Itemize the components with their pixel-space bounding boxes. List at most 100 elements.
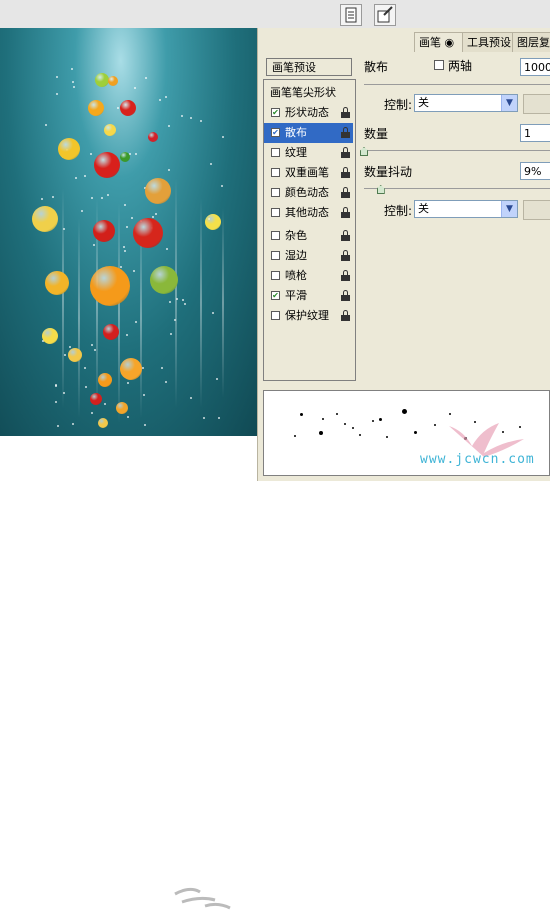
stray-marks	[174, 887, 231, 910]
control1-label: 控制:	[384, 98, 413, 112]
brush-option-item[interactable]: 画笔笔尖形状	[264, 83, 353, 103]
brush-dot	[434, 424, 436, 426]
lock-icon[interactable]	[341, 187, 350, 198]
fruit-shape	[32, 206, 58, 232]
brush-option-item[interactable]: ✔ 平滑	[264, 286, 353, 306]
scatter-slider-track[interactable]	[364, 84, 550, 85]
bubble	[52, 196, 55, 199]
count-jitter-value-field[interactable]: 9%	[520, 162, 550, 180]
document-icon[interactable]	[340, 4, 362, 26]
brush-palette-icon[interactable]	[374, 4, 396, 26]
lock-icon[interactable]	[341, 207, 350, 218]
option-checkbox[interactable]	[271, 271, 280, 280]
option-checkbox[interactable]	[271, 208, 280, 217]
option-label: 其他动态	[285, 206, 329, 219]
control2-value: 关	[418, 202, 429, 215]
brush-option-item[interactable]: 颜色动态	[264, 183, 353, 203]
lock-icon[interactable]	[341, 127, 350, 138]
bubble	[55, 92, 58, 95]
brush-option-item[interactable]: ✔ 散布	[264, 123, 353, 143]
brush-option-item[interactable]: 保护纹理	[264, 306, 353, 326]
control2-select[interactable]: 关 ▼	[414, 200, 518, 218]
brush-option-item[interactable]: ✔ 形状动态	[264, 103, 353, 123]
option-checkbox[interactable]: ✔	[271, 291, 280, 300]
option-label: 颜色动态	[285, 186, 329, 199]
bubble	[165, 381, 168, 384]
light-ray	[175, 178, 177, 408]
bubble	[151, 215, 154, 218]
bubble	[221, 184, 224, 187]
brush-option-item[interactable]: 双重画笔	[264, 163, 353, 183]
option-checkbox[interactable]	[271, 311, 280, 320]
bubble	[123, 203, 126, 206]
fruit-shape	[205, 214, 221, 230]
option-checkbox[interactable]	[271, 231, 280, 240]
bubble	[164, 95, 167, 98]
brush-dot	[449, 413, 451, 415]
tab-menu-icon[interactable]: ◉	[445, 36, 455, 49]
bubble	[189, 397, 192, 400]
brush-option-item[interactable]: 杂色	[264, 226, 353, 246]
scatter-value-field[interactable]: 1000%	[520, 58, 550, 76]
lock-icon[interactable]	[341, 250, 350, 261]
bubble	[63, 353, 66, 356]
bubble	[41, 197, 44, 200]
lock-icon[interactable]	[341, 167, 350, 178]
bubble	[134, 152, 137, 155]
bubble	[91, 343, 94, 346]
bubble	[71, 68, 74, 71]
option-label: 保护纹理	[285, 309, 329, 322]
option-checkbox[interactable]	[271, 251, 280, 260]
tab-layer-comps[interactable]: 图层复	[512, 32, 550, 52]
document-canvas[interactable]	[0, 28, 268, 436]
fruit-shape	[145, 178, 171, 204]
both-axes-checkbox[interactable]	[434, 60, 444, 70]
count-value: 1	[524, 127, 531, 140]
count-label: 数量	[364, 127, 389, 141]
bubble	[124, 250, 127, 253]
panel-tabs: 画笔 ◉ 工具预设 图层复	[410, 32, 550, 52]
lock-icon[interactable]	[341, 107, 350, 118]
fruit-shape	[94, 152, 120, 178]
tab-brush-label: 画笔	[419, 36, 441, 49]
option-checkbox[interactable]: ✔	[271, 108, 280, 117]
option-checkbox[interactable]	[271, 168, 280, 177]
control1-select[interactable]: 关 ▼	[414, 94, 518, 112]
brush-option-item[interactable]: 湿边	[264, 246, 353, 266]
bubble	[143, 424, 146, 427]
lock-icon[interactable]	[341, 147, 350, 158]
count-jitter-slider-track[interactable]	[364, 188, 550, 189]
count-slider-track[interactable]	[364, 150, 550, 151]
lock-icon[interactable]	[341, 230, 350, 241]
lock-icon[interactable]	[341, 270, 350, 281]
option-checkbox[interactable]	[271, 148, 280, 157]
brush-option-item[interactable]: 喷枪	[264, 266, 353, 286]
bubble	[221, 136, 224, 139]
light-ray	[62, 188, 64, 408]
brush-option-item[interactable]: 纹理	[264, 143, 353, 163]
both-axes-label: 两轴	[448, 59, 473, 73]
watermark-text: www.jcwcn.com	[420, 452, 535, 467]
fruit-shape	[103, 324, 119, 340]
brush-dot	[402, 409, 407, 414]
bubble	[73, 86, 76, 89]
bubble	[200, 120, 203, 123]
bubble	[44, 123, 47, 126]
brush-presets-button[interactable]: 画笔预设	[266, 58, 352, 76]
chevron-down-icon[interactable]: ▼	[501, 95, 517, 111]
option-checkbox[interactable]	[271, 188, 280, 197]
bubble	[203, 416, 206, 419]
lock-icon[interactable]	[341, 290, 350, 301]
lock-icon[interactable]	[341, 310, 350, 321]
fruit-shape	[120, 100, 136, 116]
bubble	[176, 298, 179, 301]
bubble	[167, 124, 170, 127]
bubble	[142, 394, 145, 397]
count-value-field[interactable]: 1	[520, 124, 550, 142]
brush-option-item[interactable]: 其他动态	[264, 203, 353, 223]
option-checkbox[interactable]: ✔	[271, 128, 280, 137]
fruit-shape	[68, 348, 82, 362]
chevron-down-icon[interactable]: ▼	[501, 201, 517, 217]
bubble	[142, 367, 145, 370]
bubble	[133, 86, 136, 89]
